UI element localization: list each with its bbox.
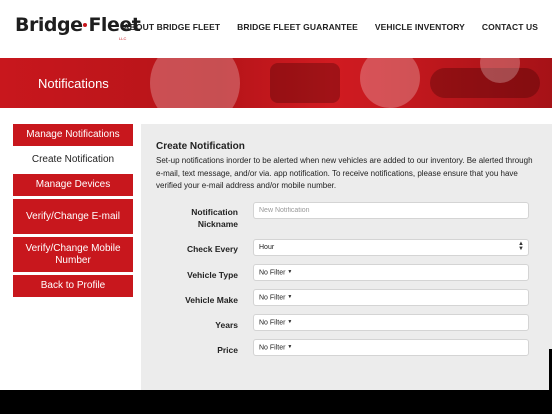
- bottom-bar: [0, 390, 552, 414]
- check-every-value: Hour: [259, 244, 275, 251]
- page-banner: Notifications: [0, 58, 552, 108]
- banner-decoration: [150, 58, 240, 108]
- vehicle-make-label: Vehicle Make: [185, 295, 238, 305]
- nickname-input[interactable]: [253, 202, 529, 219]
- nav-inventory[interactable]: VEHICLE INVENTORY: [375, 22, 465, 32]
- sidebar-item-create-notification[interactable]: Create Notification: [13, 149, 133, 171]
- select-arrows-icon: ▲ ▼: [518, 241, 524, 252]
- years-value: No Filter: [259, 319, 286, 327]
- check-every-select[interactable]: Hour ▲ ▼: [253, 239, 529, 256]
- logo-text-left: Bridge: [15, 14, 83, 36]
- caret-down-icon: ▼: [287, 269, 293, 275]
- sidebar-item-verify-mobile[interactable]: Verify/Change Mobile Number: [13, 237, 133, 272]
- caret-down-icon: ▼: [287, 294, 293, 300]
- form-description: Set-up notifications inorder to be alert…: [156, 156, 533, 190]
- years-dropdown[interactable]: No Filter ▼: [253, 314, 529, 331]
- sidebar-nav: Manage Notifications Create Notification…: [13, 124, 133, 300]
- vehicle-make-value: No Filter: [259, 294, 286, 302]
- vehicle-make-dropdown[interactable]: No Filter ▼: [253, 289, 529, 306]
- nav-guarantee[interactable]: BRIDGE FLEET GUARANTEE: [237, 22, 358, 32]
- sidebar-item-manage-notifications[interactable]: Manage Notifications: [13, 124, 133, 146]
- main-nav: ABOUT BRIDGE FLEET BRIDGE FLEET GUARANTE…: [106, 22, 538, 32]
- nav-contact[interactable]: CONTACT US: [482, 22, 538, 32]
- sidebar-item-verify-email[interactable]: Verify/Change E-mail: [13, 199, 133, 234]
- sidebar-item-back-to-profile[interactable]: Back to Profile: [13, 275, 133, 297]
- vehicle-type-value: No Filter: [259, 269, 286, 277]
- create-notification-panel: Create Notification Set-up notifications…: [141, 124, 552, 390]
- years-label: Years: [215, 320, 238, 330]
- check-every-label: Check Every: [186, 244, 238, 254]
- form-title: Create Notification: [156, 141, 245, 152]
- price-value: No Filter: [259, 344, 286, 352]
- banner-decoration: [270, 63, 340, 103]
- page-title: Notifications: [38, 76, 109, 91]
- vehicle-type-dropdown[interactable]: No Filter ▼: [253, 264, 529, 281]
- caret-down-icon: ▼: [287, 319, 293, 325]
- nav-about[interactable]: ABOUT BRIDGE FLEET: [123, 22, 220, 32]
- vehicle-type-label: Vehicle Type: [187, 270, 238, 280]
- banner-decoration: [360, 58, 420, 108]
- price-label: Price: [217, 345, 238, 355]
- site-header: Bridge Fleet LLC ABOUT BRIDGE FLEET BRIDG…: [0, 0, 552, 58]
- price-dropdown[interactable]: No Filter ▼: [253, 339, 529, 356]
- nickname-label: Notification Nickname: [191, 207, 238, 229]
- sidebar-item-manage-devices[interactable]: Manage Devices: [13, 174, 133, 196]
- logo-dot-icon: [83, 22, 88, 27]
- logo-llc: LLC: [119, 36, 127, 41]
- caret-down-icon: ▼: [287, 344, 293, 350]
